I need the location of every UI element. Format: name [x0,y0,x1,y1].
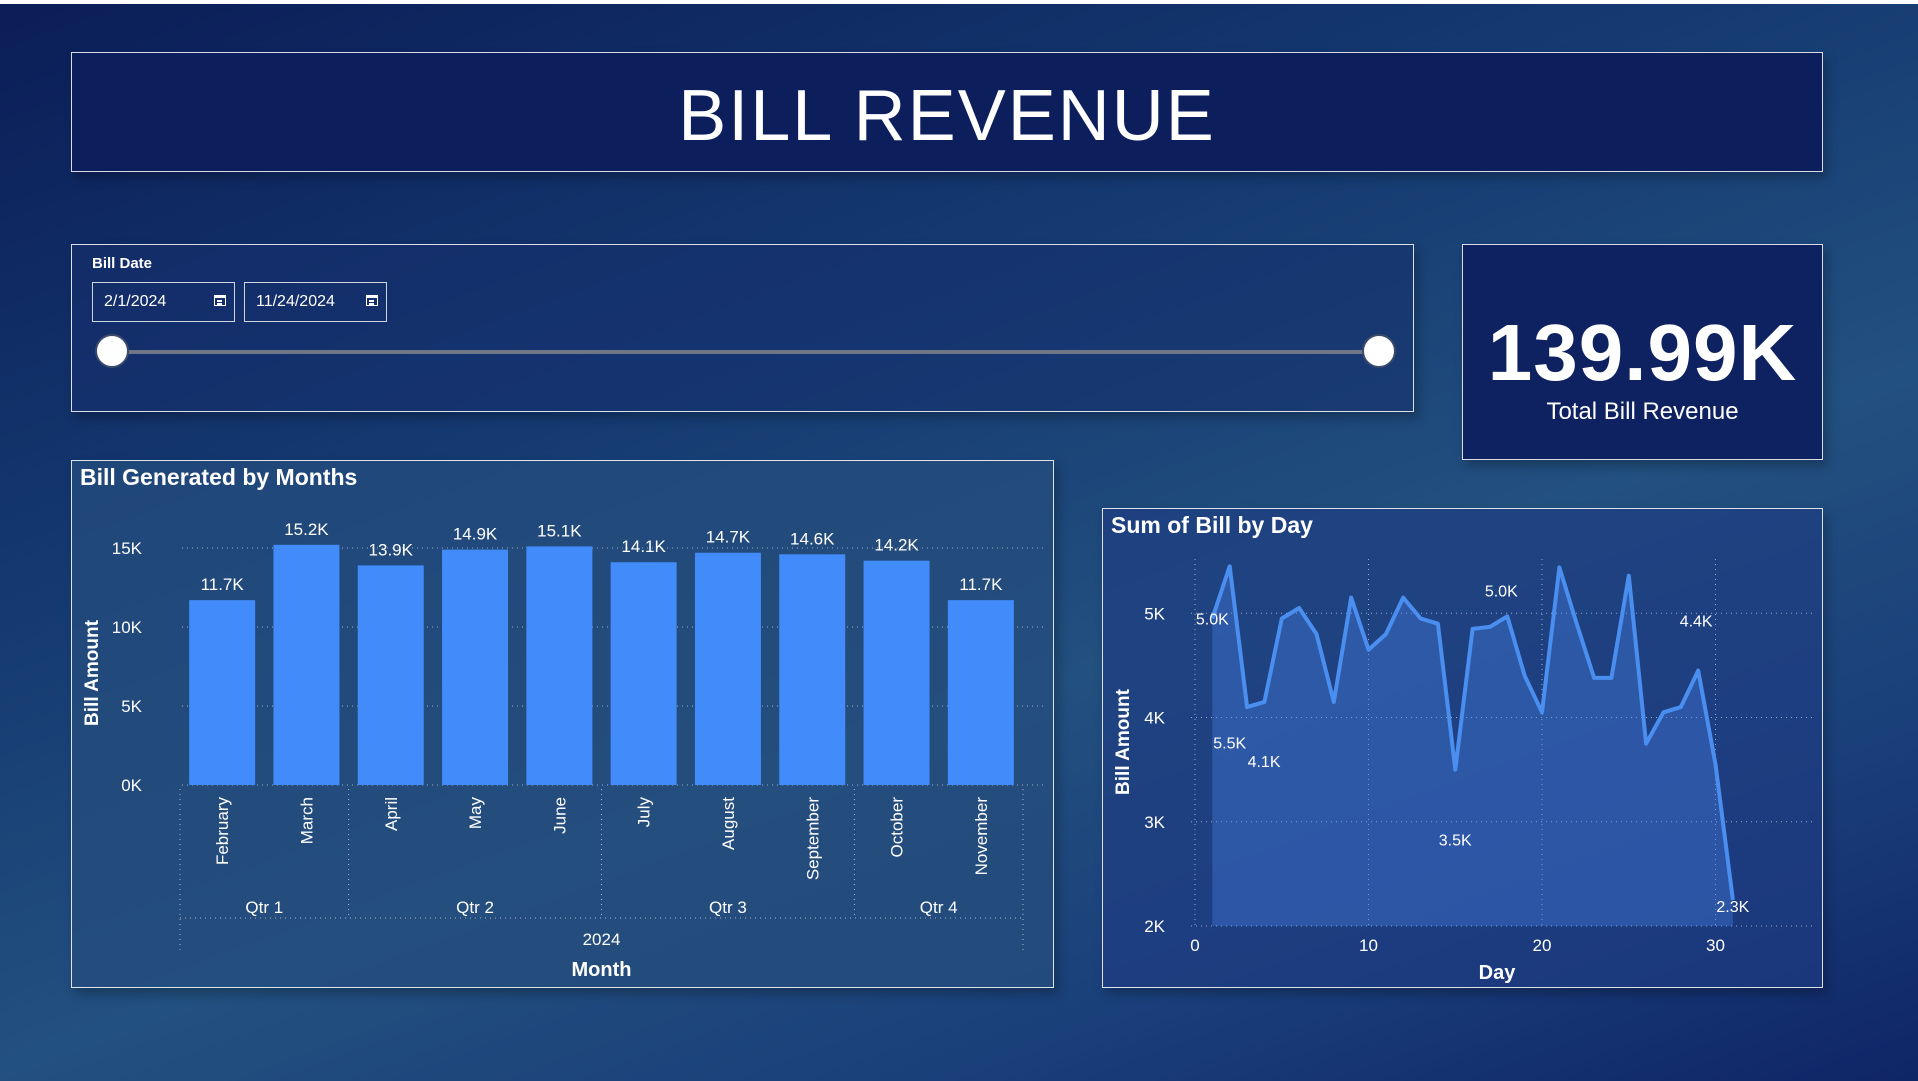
point-data-label: 5.3K [1612,509,1645,512]
x-tick-label: 30 [1706,936,1725,955]
end-date-input[interactable]: 11/24/2024 [244,282,387,322]
total-bill-revenue-card: 139.99K Total Bill Revenue [1462,244,1823,460]
y-tick-label: 4K [1144,709,1165,728]
start-date-input[interactable]: 2/1/2024 [92,282,235,322]
quarter-label: Qtr 2 [456,898,494,917]
bar-data-label: 15.1K [537,521,582,540]
bar-data-label: 14.6K [790,529,835,548]
quarter-label: Qtr 1 [245,898,283,917]
y-axis-label: Bill Amount [82,619,103,726]
point-data-label: 4.1K [1248,754,1281,771]
x-tick-label: September [803,797,822,880]
page-title: BILL REVENUE [678,76,1216,156]
y-axis-label: Bill Amount [1113,688,1134,795]
bar [526,546,593,785]
point-data-label: 5.0K [1196,611,1229,628]
bar-data-label: 13.9K [369,540,414,559]
bar-data-label: 11.7K [959,575,1003,594]
kpi-label: Total Bill Revenue [1546,398,1739,425]
x-tick-label: November [972,797,991,876]
bar-data-label: 14.1K [621,537,666,556]
bar [273,544,340,785]
year-label: 2024 [583,930,621,949]
point-data-label: 4.4K [1680,614,1713,631]
y-tick-label: 5K [121,697,142,716]
x-axis-label: Month [572,959,632,981]
y-tick-label: 15K [112,539,143,558]
area-chart[interactable]: 2K 3K 4K 5K 0 10 20 30 Bill Amount Day 5.0K 5.5K4.1… [1103,509,1822,987]
point-data-label: 2.3K [1716,899,1749,916]
top-border-strip [0,0,1918,4]
bar [610,562,677,785]
x-axis-label: Day [1479,962,1517,984]
bill-date-slicer[interactable]: Bill Date 2/1/2024 11/24/2024 [71,244,1414,412]
calendar-icon[interactable] [366,295,378,306]
y-tick-label: 0K [121,776,142,795]
slicer-label: Bill Date [92,255,153,272]
bar-data-label: 11.7K [201,575,245,594]
line-chart-panel[interactable]: Sum of Bill by Day 2K 3K 4K 5K 0 10 20 30 Bill A… [1102,508,1823,988]
y-tick-label: 10K [112,618,143,637]
bar [694,552,761,785]
x-tick-label: 20 [1533,936,1552,955]
x-tick-label: 10 [1359,936,1378,955]
quarter-label: Qtr 3 [709,898,747,917]
date-range-track[interactable] [114,350,1379,354]
bar [357,565,424,785]
x-tick-label: February [213,797,232,866]
bar [863,560,930,785]
x-tick-label: April [382,797,401,831]
calendar-icon[interactable] [214,295,226,306]
point-data-label: 3.5K [1439,833,1472,850]
bar-data-label: 15.2K [284,520,329,539]
bar-data-label: 14.7K [706,528,751,547]
quarter-label: Qtr 4 [920,898,958,917]
point-data-label: 5.5K [1213,735,1246,752]
start-date-value: 2/1/2024 [104,293,167,310]
x-tick-label: June [550,797,569,834]
point-data-label: 5.0K [1485,583,1518,600]
x-tick-label: March [297,797,316,844]
x-tick-label: July [635,797,654,828]
bar [189,600,256,785]
y-tick-label: 5K [1144,604,1165,623]
area-fill [1212,566,1733,926]
x-tick-label: August [719,797,738,850]
end-date-value: 11/24/2024 [256,293,335,310]
kpi-value: 139.99K [1487,308,1798,397]
x-tick-label: October [888,797,907,858]
bar-chart-panel[interactable]: Bill Generated by Months 0K 5K 10K 15K Bill … [71,460,1054,988]
title-card: BILL REVENUE [71,52,1823,172]
range-end-handle[interactable] [1362,334,1396,368]
bar [779,554,846,785]
bar-data-label: 14.2K [874,536,919,555]
range-start-handle[interactable] [95,334,129,368]
bar [442,549,509,785]
bar-chart[interactable]: 0K 5K 10K 15K Bill Amount 11.7K February 15.2K M… [72,461,1053,987]
x-tick-label: 0 [1190,936,1199,955]
y-tick-label: 3K [1144,813,1165,832]
bar-data-label: 14.9K [453,525,498,544]
y-tick-label: 2K [1144,917,1165,936]
bar [947,600,1014,785]
x-tick-label: May [466,797,485,830]
